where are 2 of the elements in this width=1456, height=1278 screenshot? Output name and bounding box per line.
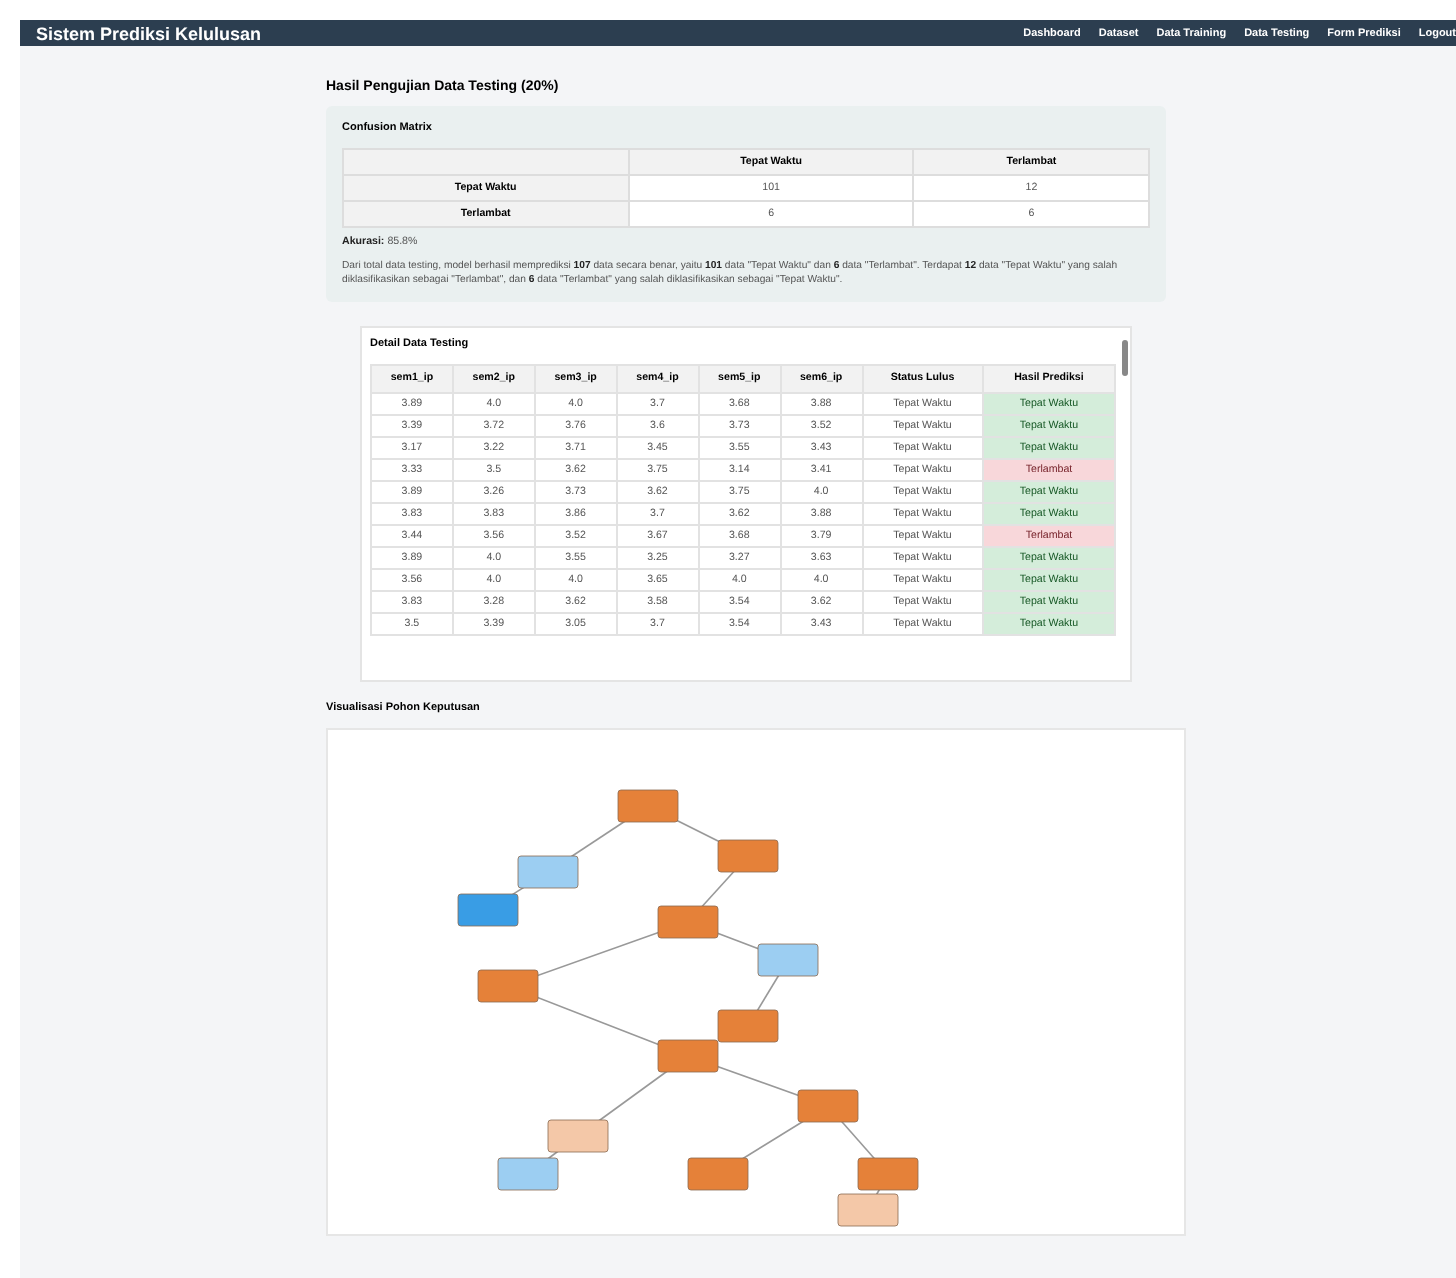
app-brand: Sistem Prediksi Kelulusan	[36, 23, 262, 43]
scrollbar-thumb[interactable]	[1122, 339, 1128, 376]
